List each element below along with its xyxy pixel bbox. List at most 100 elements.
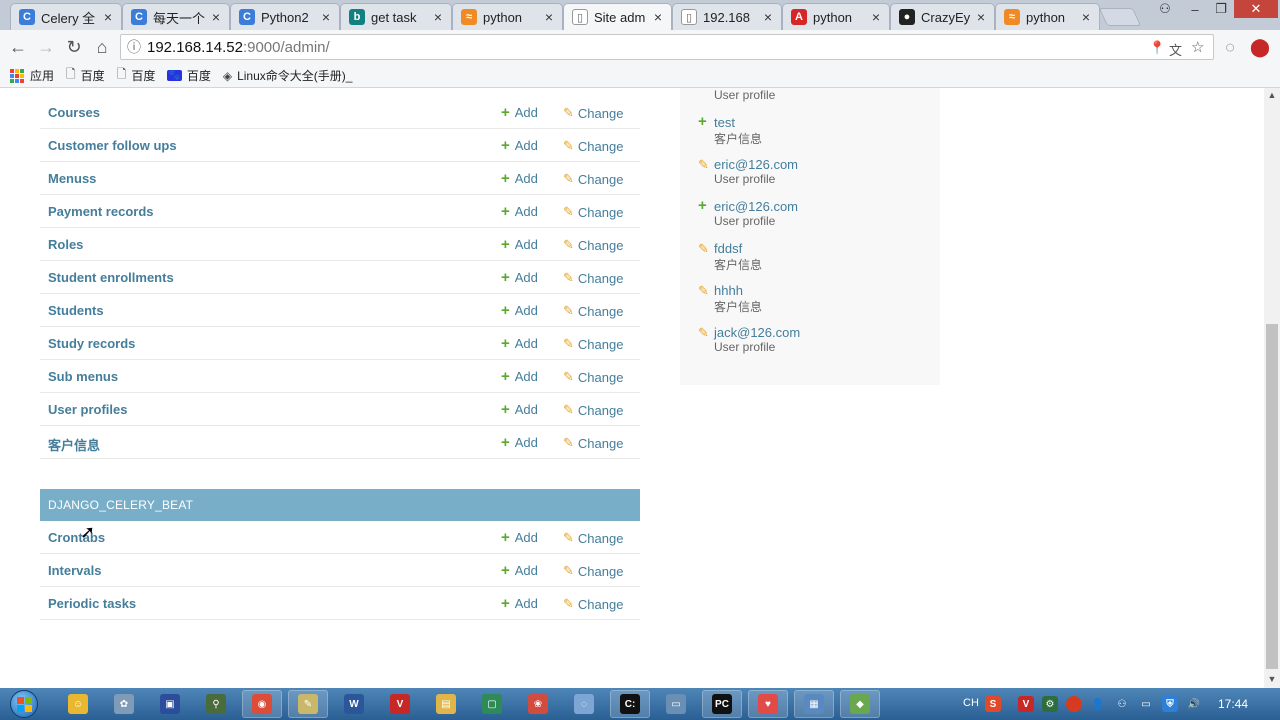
sogou-icon[interactable]: S [985,696,1001,712]
user-tray-icon[interactable]: 👤 [1090,696,1106,712]
tab-9[interactable]: ≈ python × [995,3,1100,30]
tab-close-icon[interactable]: × [1079,9,1093,25]
model-link[interactable]: Periodic tasks [48,596,136,611]
pin-icon[interactable]: 📍 [1149,40,1165,56]
model-link[interactable]: Courses [48,105,100,120]
ime-indicator[interactable]: CH [963,697,979,709]
tab-close-icon[interactable]: × [101,9,115,25]
tab-5[interactable]: ▯ Site adm × [563,3,672,30]
model-link[interactable]: Payment records [48,204,154,219]
page-scrollbar[interactable]: ▲ ▼ [1264,88,1280,688]
tab-0[interactable]: C Celery 全 × [10,3,122,30]
extension-adblock-icon[interactable]: ⬤ [1248,35,1272,59]
bookmark-2[interactable]: 🗋 百度 [117,65,156,86]
taskbar-browser-app[interactable]: ☺ [58,690,98,718]
change-link[interactable]: ✎ Change [563,303,623,319]
change-link[interactable]: ✎ Change [563,369,623,385]
change-link[interactable]: ✎ Change [563,237,623,253]
bookmark-1[interactable]: 🗋 百度 [66,65,105,86]
back-arrow-icon[interactable]: ← [6,35,30,59]
change-link[interactable]: ✎ Change [563,204,623,220]
model-link[interactable]: Student enrollments [48,270,174,285]
forward-arrow-icon[interactable]: → [34,35,58,59]
add-link[interactable]: + Add [501,105,538,120]
tab-8[interactable]: ● CrazyEy × [890,3,995,30]
model-link[interactable]: Menuss [48,171,96,186]
recent-action-object[interactable]: eric@126.com [714,157,798,172]
home-icon[interactable]: ⌂ [90,35,114,59]
add-link[interactable]: + Add [501,402,538,417]
address-bar[interactable]: ⓘ 192.168.14.52:9000/admin/ 📍 文 ☆ [120,34,1214,60]
add-link[interactable]: + Add [501,435,538,450]
change-link[interactable]: ✎ Change [563,435,623,451]
tab-close-icon[interactable]: × [319,9,333,25]
info-icon[interactable]: ⓘ [121,37,147,57]
new-tab-button[interactable] [1098,8,1142,26]
add-link[interactable]: + Add [501,563,538,578]
recent-action-object[interactable]: fddsf [714,241,742,256]
django-celery-beat-header[interactable]: DJANGO_CELERY_BEAT [40,489,640,521]
change-link[interactable]: ✎ Change [563,530,623,546]
model-link[interactable]: Roles [48,237,83,252]
tab-close-icon[interactable]: × [761,9,775,25]
translate-icon[interactable]: 文 [1169,40,1182,59]
change-link[interactable]: ✎ Change [563,138,623,154]
tab-close-icon[interactable]: × [869,9,883,25]
tab-close-icon[interactable]: × [542,9,556,25]
scroll-up-arrow-icon[interactable]: ▲ [1264,90,1280,102]
tab-close-icon[interactable]: × [974,9,988,25]
change-link[interactable]: ✎ Change [563,596,623,612]
network-share-icon[interactable]: ⚇ [1114,696,1130,712]
taskbar-tree-app[interactable]: ⚲ [196,690,236,718]
model-link[interactable]: Crontabs [48,530,105,545]
add-link[interactable]: + Add [501,237,538,252]
taskbar-paint-app[interactable]: ◌ [564,690,604,718]
security-icon[interactable]: ⛨ [1162,696,1178,712]
add-link[interactable]: + Add [501,204,538,219]
add-link[interactable]: + Add [501,171,538,186]
system-clock[interactable]: 17:44 [1218,697,1248,711]
taskbar-word-app[interactable]: W [334,690,374,718]
tab-7[interactable]: Apython × [782,3,890,30]
change-link[interactable]: ✎ Change [563,105,623,121]
tab-4[interactable]: ≈ python × [452,3,563,30]
model-link[interactable]: 客户信息 [48,435,100,454]
taskbar-save-app[interactable]: ▣ [150,690,190,718]
taskbar-box-app[interactable]: ▢ [472,690,512,718]
model-link[interactable]: Students [48,303,104,318]
taskbar-terminal-app[interactable]: C: [610,690,650,718]
change-link[interactable]: ✎ Change [563,336,623,352]
volume-icon[interactable]: 🔊 [1186,696,1202,712]
scroll-thumb[interactable] [1266,324,1278,669]
bookmark-4[interactable]: ◈ Linux命令大全(手册)_ [223,67,353,84]
add-link[interactable]: + Add [501,138,538,153]
restore-icon[interactable]: ❐ [1208,0,1234,18]
add-link[interactable]: + Add [501,303,538,318]
change-link[interactable]: ✎ Change [563,402,623,418]
tab-close-icon[interactable]: × [431,9,445,25]
tab-3[interactable]: b get task × [340,3,452,30]
add-link[interactable]: + Add [501,596,538,611]
scroll-down-arrow-icon[interactable]: ▼ [1264,674,1280,686]
taskbar-window-app[interactable]: ▭ [656,690,696,718]
taskbar-green-app[interactable]: ◆ [840,690,880,718]
tab-2[interactable]: C Python2 × [230,3,340,30]
taskbar-notepad-app[interactable]: ✎ [288,690,328,718]
taskbar-remote-app[interactable]: ▦ [794,690,834,718]
display-icon[interactable]: ▭ [1138,696,1154,712]
bookmark-3[interactable]: 🐾 百度 [167,67,211,84]
recent-action-object[interactable]: hhhh [714,283,743,298]
taskbar-heart-app[interactable]: ♥ [748,690,788,718]
add-link[interactable]: + Add [501,336,538,351]
change-link[interactable]: ✎ Change [563,270,623,286]
add-link[interactable]: + Add [501,369,538,384]
taskbar-pycharm-app[interactable]: PC [702,690,742,718]
model-link[interactable]: Study records [48,336,135,351]
add-link[interactable]: + Add [501,270,538,285]
taskbar-wps-app[interactable]: V [380,690,420,718]
tab-close-icon[interactable]: × [209,9,223,25]
start-button[interactable] [4,689,44,719]
tab-close-icon[interactable]: × [651,9,665,25]
bookmark-0[interactable]: 应用 [10,67,54,84]
model-link[interactable]: Intervals [48,563,101,578]
